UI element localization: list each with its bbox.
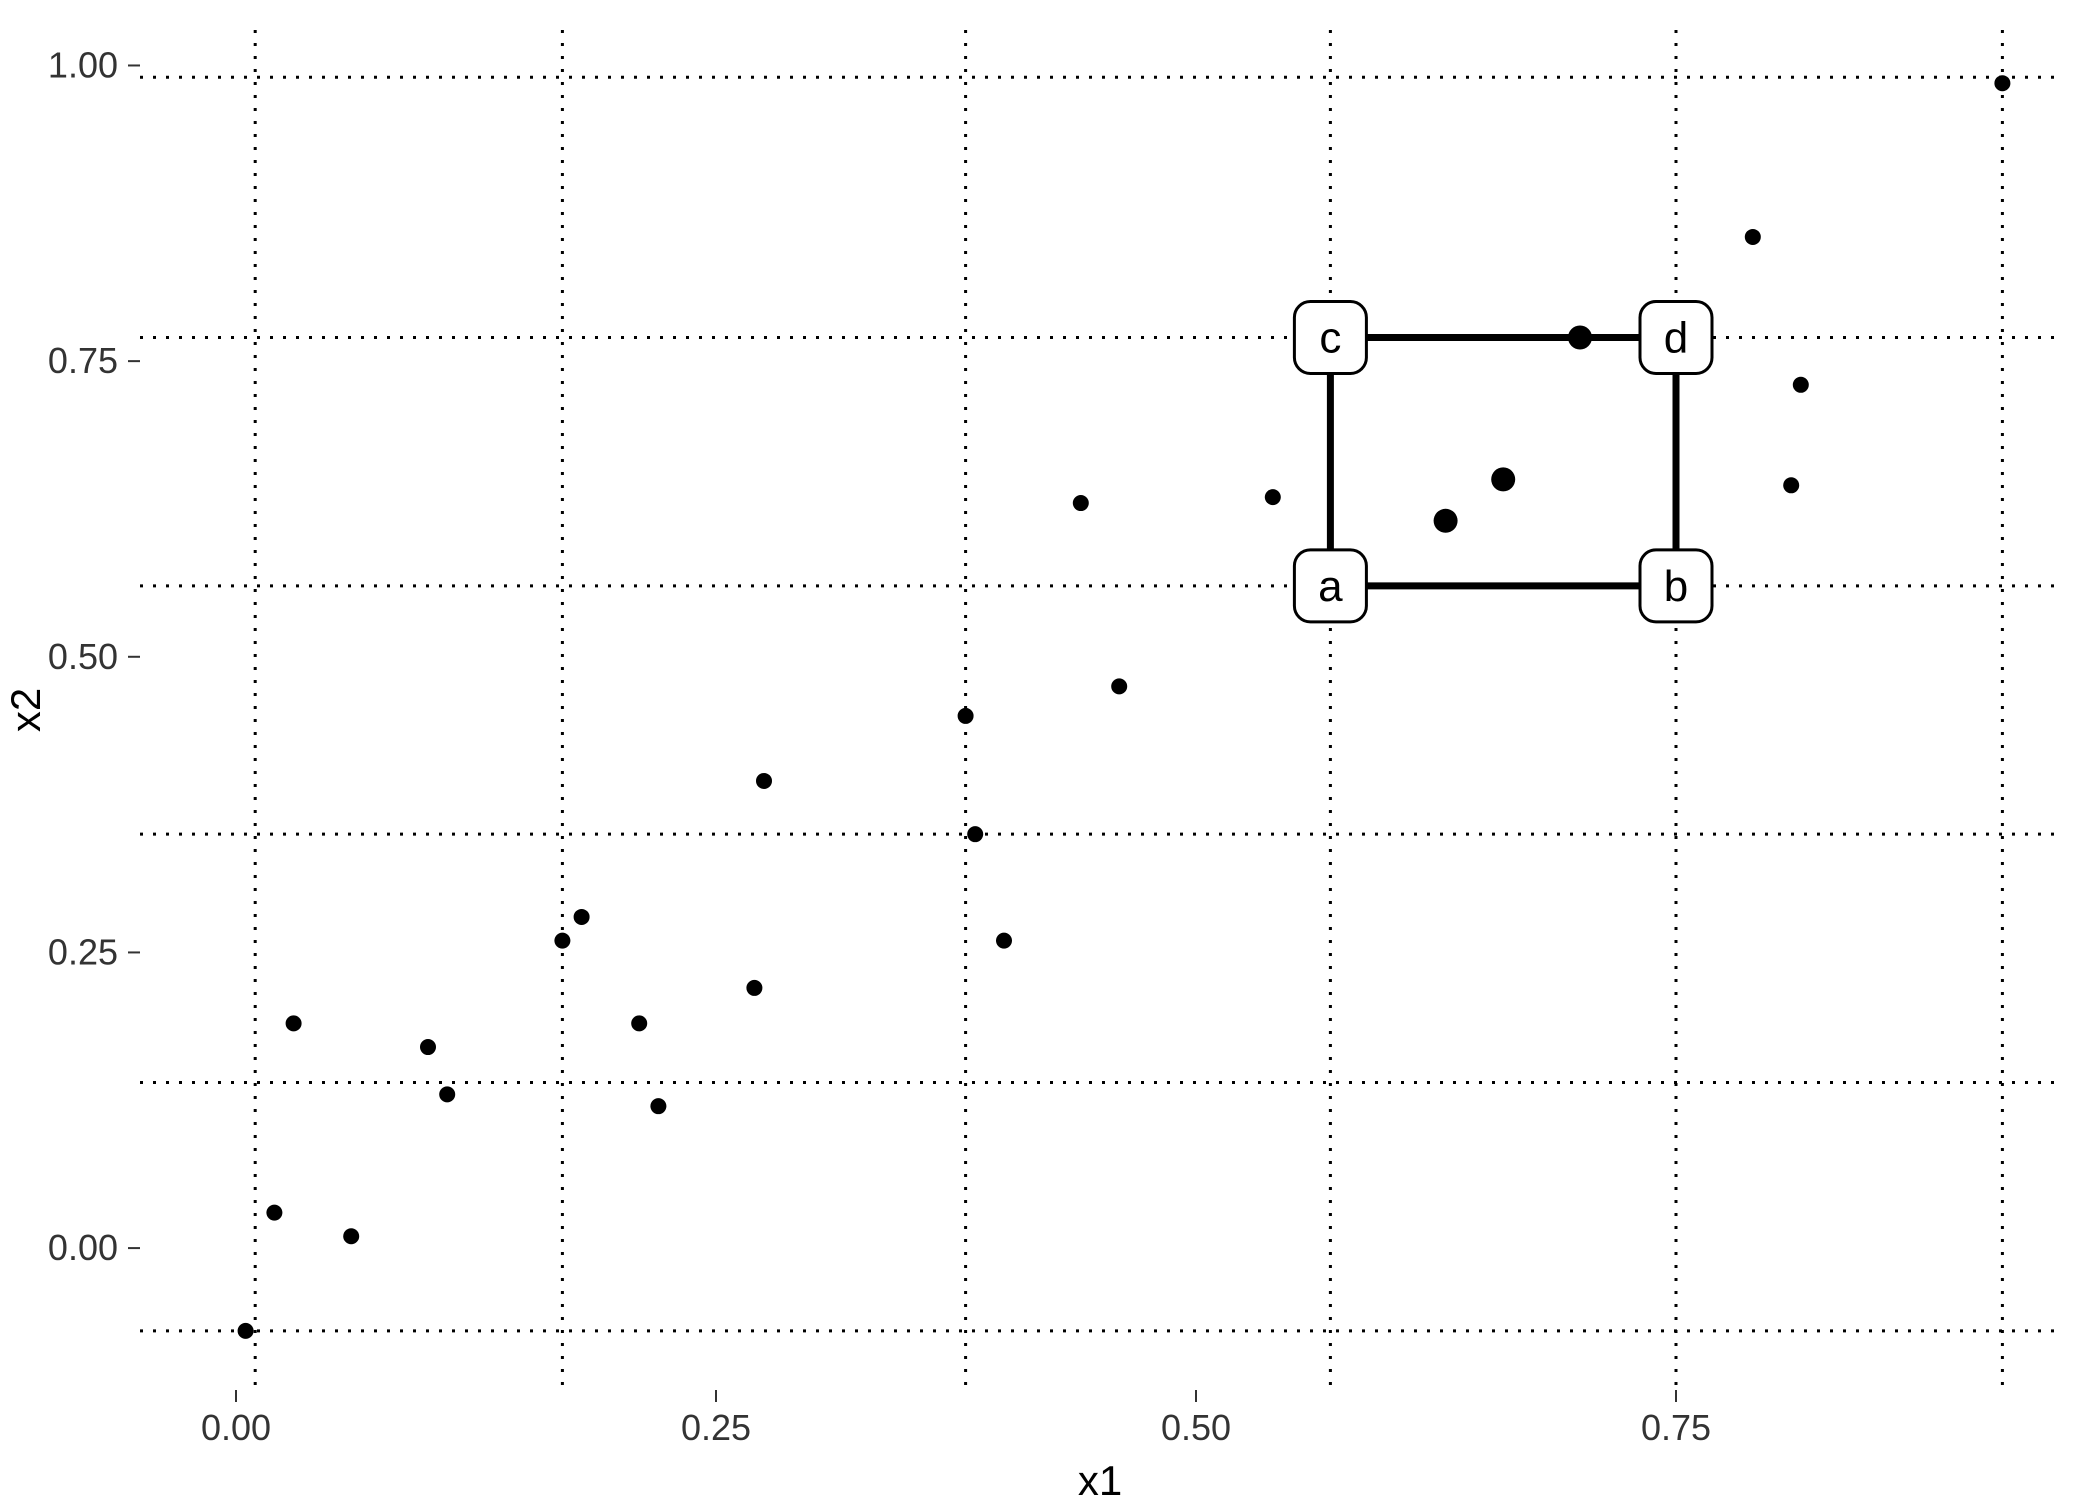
- annotation-corner-label-top_left: c: [1319, 313, 1341, 362]
- data-point: [746, 980, 762, 996]
- data-point: [1111, 678, 1127, 694]
- data-point: [958, 708, 974, 724]
- data-point: [1745, 229, 1761, 245]
- data-point: [554, 933, 570, 949]
- data-point: [631, 1015, 647, 1031]
- data-point: [343, 1228, 359, 1244]
- data-point: [1491, 467, 1515, 491]
- annotation-corner-label-top_right: d: [1664, 313, 1688, 362]
- annotation-corner-label-bottom_right: b: [1664, 562, 1688, 611]
- data-point: [1994, 75, 2010, 91]
- x-tick-label: 0.50: [1161, 1407, 1231, 1448]
- data-point: [420, 1039, 436, 1055]
- data-point: [1073, 495, 1089, 511]
- data-point: [967, 826, 983, 842]
- x-tick-label: 0.00: [201, 1407, 271, 1448]
- data-point: [286, 1015, 302, 1031]
- y-tick-label: 1.00: [48, 44, 118, 85]
- plot-area: [140, 30, 2060, 1390]
- x-axis-label: x1: [1078, 1457, 1122, 1500]
- data-point: [266, 1205, 282, 1221]
- data-point: [996, 933, 1012, 949]
- data-point: [1265, 489, 1281, 505]
- y-tick-label: 0.50: [48, 636, 118, 677]
- y-axis-label: x2: [2, 688, 49, 732]
- data-point: [238, 1323, 254, 1339]
- data-point: [1783, 477, 1799, 493]
- data-point: [1434, 509, 1458, 533]
- data-point: [756, 773, 772, 789]
- scatter-chart: 0.00 0.25 0.50 0.75 0.00 0.25 0.50 0.75 1.00 x1 x2…: [0, 0, 2100, 1500]
- y-tick-label: 0.25: [48, 931, 118, 972]
- annotation-corner-label-bottom_left: a: [1318, 562, 1343, 611]
- y-tick-label: 0.00: [48, 1227, 118, 1268]
- data-point: [1793, 377, 1809, 393]
- x-tick-label: 0.25: [681, 1407, 751, 1448]
- data-point: [650, 1098, 666, 1114]
- y-tick-label: 0.75: [48, 340, 118, 381]
- data-point: [439, 1086, 455, 1102]
- x-tick-label: 0.75: [1641, 1407, 1711, 1448]
- data-point: [574, 909, 590, 925]
